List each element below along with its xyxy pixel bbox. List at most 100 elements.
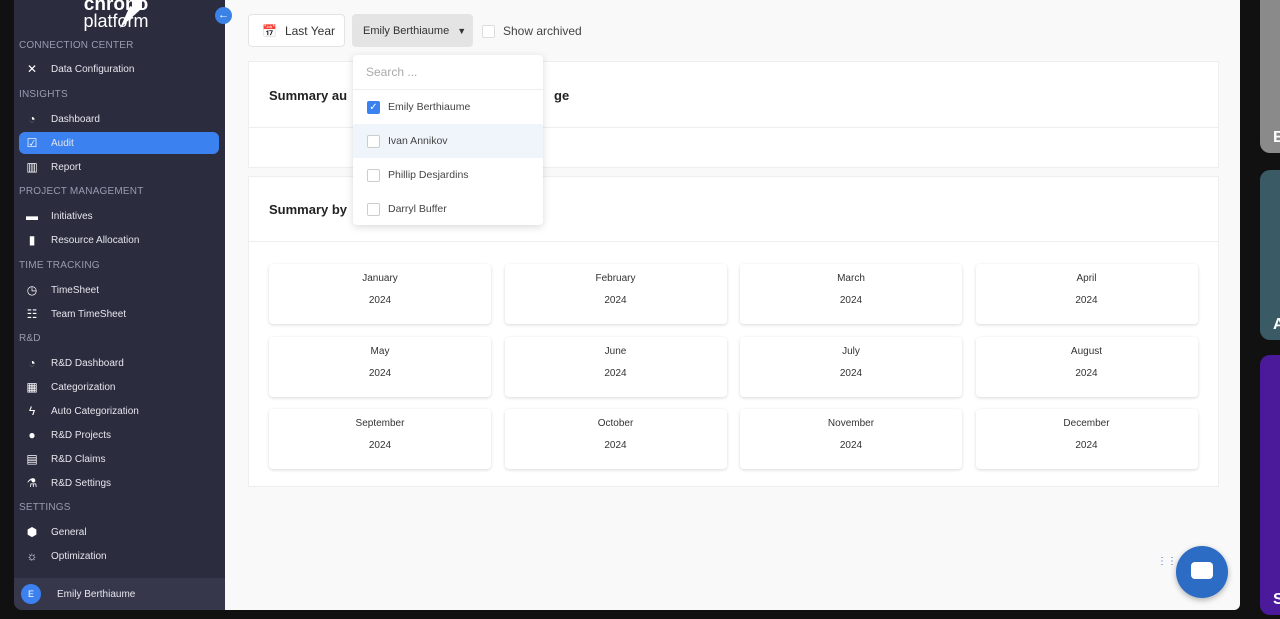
user-profile[interactable]: EEmily Berthiaume <box>14 578 225 610</box>
month-name: October <box>505 418 727 429</box>
search-input[interactable]: Search ... <box>353 55 543 90</box>
participant-initial: E <box>1273 129 1280 147</box>
sidebar-item-categorization[interactable]: ▦Categorization <box>19 376 219 398</box>
sidebar-item-r-d-dashboard[interactable]: ◔ R&D Dashboard <box>19 352 219 374</box>
video-participant-tile[interactable]: E <box>1260 0 1280 153</box>
month-name: June <box>505 346 727 357</box>
sidebar-item-label: Resource Allocation <box>51 235 139 246</box>
chat-icon <box>1191 562 1213 579</box>
dropdown-option[interactable]: ✓Emily Berthiaume <box>353 90 543 124</box>
clock-icon: ◷ <box>24 282 40 298</box>
sidebar-item-label: Categorization <box>51 382 115 393</box>
caret-down-icon: ▼ <box>457 26 466 36</box>
gauge-icon: ◔ <box>24 355 40 371</box>
sidebar-section-heading: TIME TRACKING <box>19 260 100 271</box>
logo-text: platform <box>66 13 166 30</box>
option-label: Ivan Annikov <box>388 135 448 147</box>
show-archived-checkbox[interactable]: Show archived <box>482 24 582 38</box>
month-name: March <box>740 273 962 284</box>
sidebar-item-data-configuration[interactable]: ✕ Data Configuration <box>19 58 219 80</box>
month-card[interactable]: June2024 <box>505 337 727 397</box>
sidebar-item-label: R&D Dashboard <box>51 358 124 369</box>
bulb-icon: ● <box>24 427 40 443</box>
folder-icon: ▬ <box>24 208 40 224</box>
month-year: 2024 <box>269 295 491 306</box>
sidebar-item-label: Initiatives <box>51 211 93 222</box>
sidebar-item-label: Dashboard <box>51 114 100 125</box>
month-card[interactable]: November2024 <box>740 409 962 469</box>
sidebar-item-label: R&D Settings <box>51 478 111 489</box>
chat-button[interactable] <box>1176 546 1228 598</box>
sidebar-item-audit[interactable]: ☑Audit <box>19 132 219 154</box>
checkbox[interactable]: ✓ <box>367 101 380 114</box>
checkbox[interactable] <box>367 169 380 182</box>
card-title: Summary au <box>269 88 347 103</box>
month-card[interactable]: April2024 <box>976 264 1198 324</box>
month-name: January <box>269 273 491 284</box>
month-card[interactable]: January 2024 <box>269 264 491 324</box>
sidebar-item-label: General <box>51 527 87 538</box>
dropdown-option[interactable]: Darryl Buffer <box>353 192 543 226</box>
sidebar-item-label: Auto Categorization <box>51 406 139 417</box>
sidebar-item-label: Report <box>51 162 81 173</box>
sidebar-item-label: TimeSheet <box>51 285 99 296</box>
video-participant-tile[interactable]: S <box>1260 355 1280 615</box>
option-label: Darryl Buffer <box>388 203 447 215</box>
sidebar-item-dashboard[interactable]: ◔ Dashboard <box>19 108 219 130</box>
checkbox[interactable] <box>482 25 495 38</box>
sidebar-section-heading: PROJECT MANAGEMENT <box>19 186 144 197</box>
month-name: September <box>269 418 491 429</box>
month-card[interactable]: February2024 <box>505 264 727 324</box>
month-year: 2024 <box>740 368 962 379</box>
month-year: 2024 <box>505 440 727 451</box>
checkbox[interactable] <box>367 135 380 148</box>
month-year: 2024 <box>740 295 962 306</box>
dropdown-option[interactable]: Ivan Annikov <box>353 124 543 158</box>
month-year: 2024 <box>269 368 491 379</box>
month-card[interactable]: December2024 <box>976 409 1198 469</box>
sidebar-item-label: Data Configuration <box>51 64 134 75</box>
sidebar-item-r-d-claims[interactable]: ▤R&D Claims <box>19 448 219 470</box>
sidebar-item-team-timesheet[interactable]: ☷Team TimeSheet <box>19 303 219 325</box>
month-card[interactable]: July2024 <box>740 337 962 397</box>
date-range-button[interactable]: 📅Last Year <box>248 14 345 47</box>
month-card[interactable]: May2024 <box>269 337 491 397</box>
gauge-icon: ◔ <box>24 111 40 127</box>
sidebar-item-label: Audit <box>51 138 74 149</box>
month-name: November <box>740 418 962 429</box>
chart-icon: ▥ <box>24 159 40 175</box>
sidebar: chronoplatform EEmily Berthiaume CONNECT… <box>14 0 225 610</box>
month-card[interactable]: August2024 <box>976 337 1198 397</box>
video-participant-tile[interactable]: A <box>1260 170 1280 340</box>
sidebar-section-heading: SETTINGS <box>19 502 71 513</box>
card-title: Summary by <box>269 202 347 217</box>
sidebar-item-timesheet[interactable]: ◷ TimeSheet <box>19 279 219 301</box>
user-select-button[interactable]: Emily Berthiaume▼ <box>352 14 473 47</box>
month-card[interactable]: September 2024 <box>269 409 491 469</box>
checkbox[interactable] <box>367 203 380 216</box>
sidebar-item-resource-allocation[interactable]: ▮ Resource Allocation <box>19 229 219 251</box>
data-config-icon: ✕ <box>24 61 40 77</box>
sidebar-item-auto-categorization[interactable]: ϟAuto Categorization <box>19 400 219 422</box>
sidebar-item-optimization[interactable]: ☼Optimization <box>19 545 219 567</box>
month-year: 2024 <box>269 440 491 451</box>
sidebar-section-heading: R&D <box>19 333 41 344</box>
sidebar-item-r-d-settings[interactable]: ⚗R&D Settings <box>19 472 219 494</box>
month-card[interactable]: October 2024 <box>505 409 727 469</box>
sidebar-section-heading: INSIGHTS <box>19 89 68 100</box>
sidebar-item-label: R&D Claims <box>51 454 105 465</box>
dropdown-option[interactable]: Phillip Desjardins <box>353 158 543 192</box>
sidebar-item-initiatives[interactable]: ▬ Initiatives <box>19 205 219 227</box>
logo[interactable]: chronoplatform <box>66 0 166 30</box>
month-card[interactable]: March 2024 <box>740 264 962 324</box>
bars-icon: ▮ <box>24 232 40 248</box>
participant-initial: S <box>1273 591 1280 609</box>
sidebar-item-general[interactable]: ⬢General <box>19 521 219 543</box>
sidebar-item-label: Optimization <box>51 551 107 562</box>
show-archived-label: Show archived <box>503 24 582 38</box>
apps-grid-icon[interactable]: ⋮⋮ <box>1157 558 1167 586</box>
sidebar-item-report[interactable]: ▥ Report <box>19 156 219 178</box>
user-dropdown: Search ... ✓Emily Berthiaume Ivan Annikov… <box>353 55 543 225</box>
sidebar-item-r-d-projects[interactable]: ●R&D Projects <box>19 424 219 446</box>
collapse-sidebar-button[interactable]: ← <box>215 7 232 24</box>
